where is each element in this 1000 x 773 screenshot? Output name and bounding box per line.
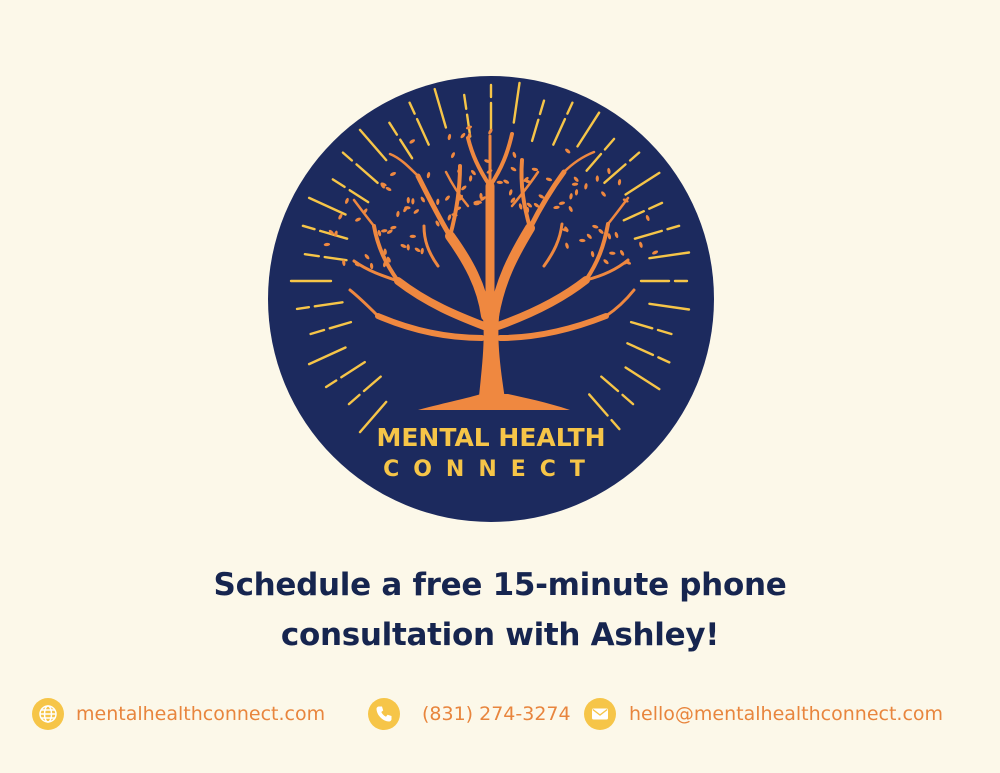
- leaf: [595, 175, 599, 182]
- brand-name-line1: MENTAL HEALTH: [376, 423, 605, 452]
- contact-phone[interactable]: (831) 274-3274: [368, 697, 571, 731]
- contact-website[interactable]: mentalhealthconnect.com: [32, 697, 325, 731]
- contact-email[interactable]: hello@mentalhealthconnect.com: [584, 697, 943, 731]
- phone-icon: [368, 698, 400, 730]
- sun-ray: [295, 305, 311, 311]
- phone-number[interactable]: (831) 274-3274: [422, 703, 571, 725]
- brand-name-line2: CONNECT: [383, 457, 599, 482]
- brand-logo: MENTAL HEALTH CONNECT: [268, 76, 714, 522]
- logo-graphic: MENTAL HEALTH CONNECT: [268, 76, 714, 522]
- leaf: [409, 234, 416, 238]
- leaf: [525, 206, 530, 214]
- headline: Schedule a free 15-minute phone consulta…: [0, 560, 1000, 660]
- headline-line1: Schedule a free 15-minute phone: [213, 567, 787, 603]
- headline-line2: consultation with Ashley!: [280, 617, 720, 653]
- globe-icon: [32, 698, 64, 730]
- email-address[interactable]: hello@mentalhealthconnect.com: [629, 703, 943, 725]
- envelope-icon: [584, 698, 616, 730]
- website-link[interactable]: mentalhealthconnect.com: [76, 703, 325, 725]
